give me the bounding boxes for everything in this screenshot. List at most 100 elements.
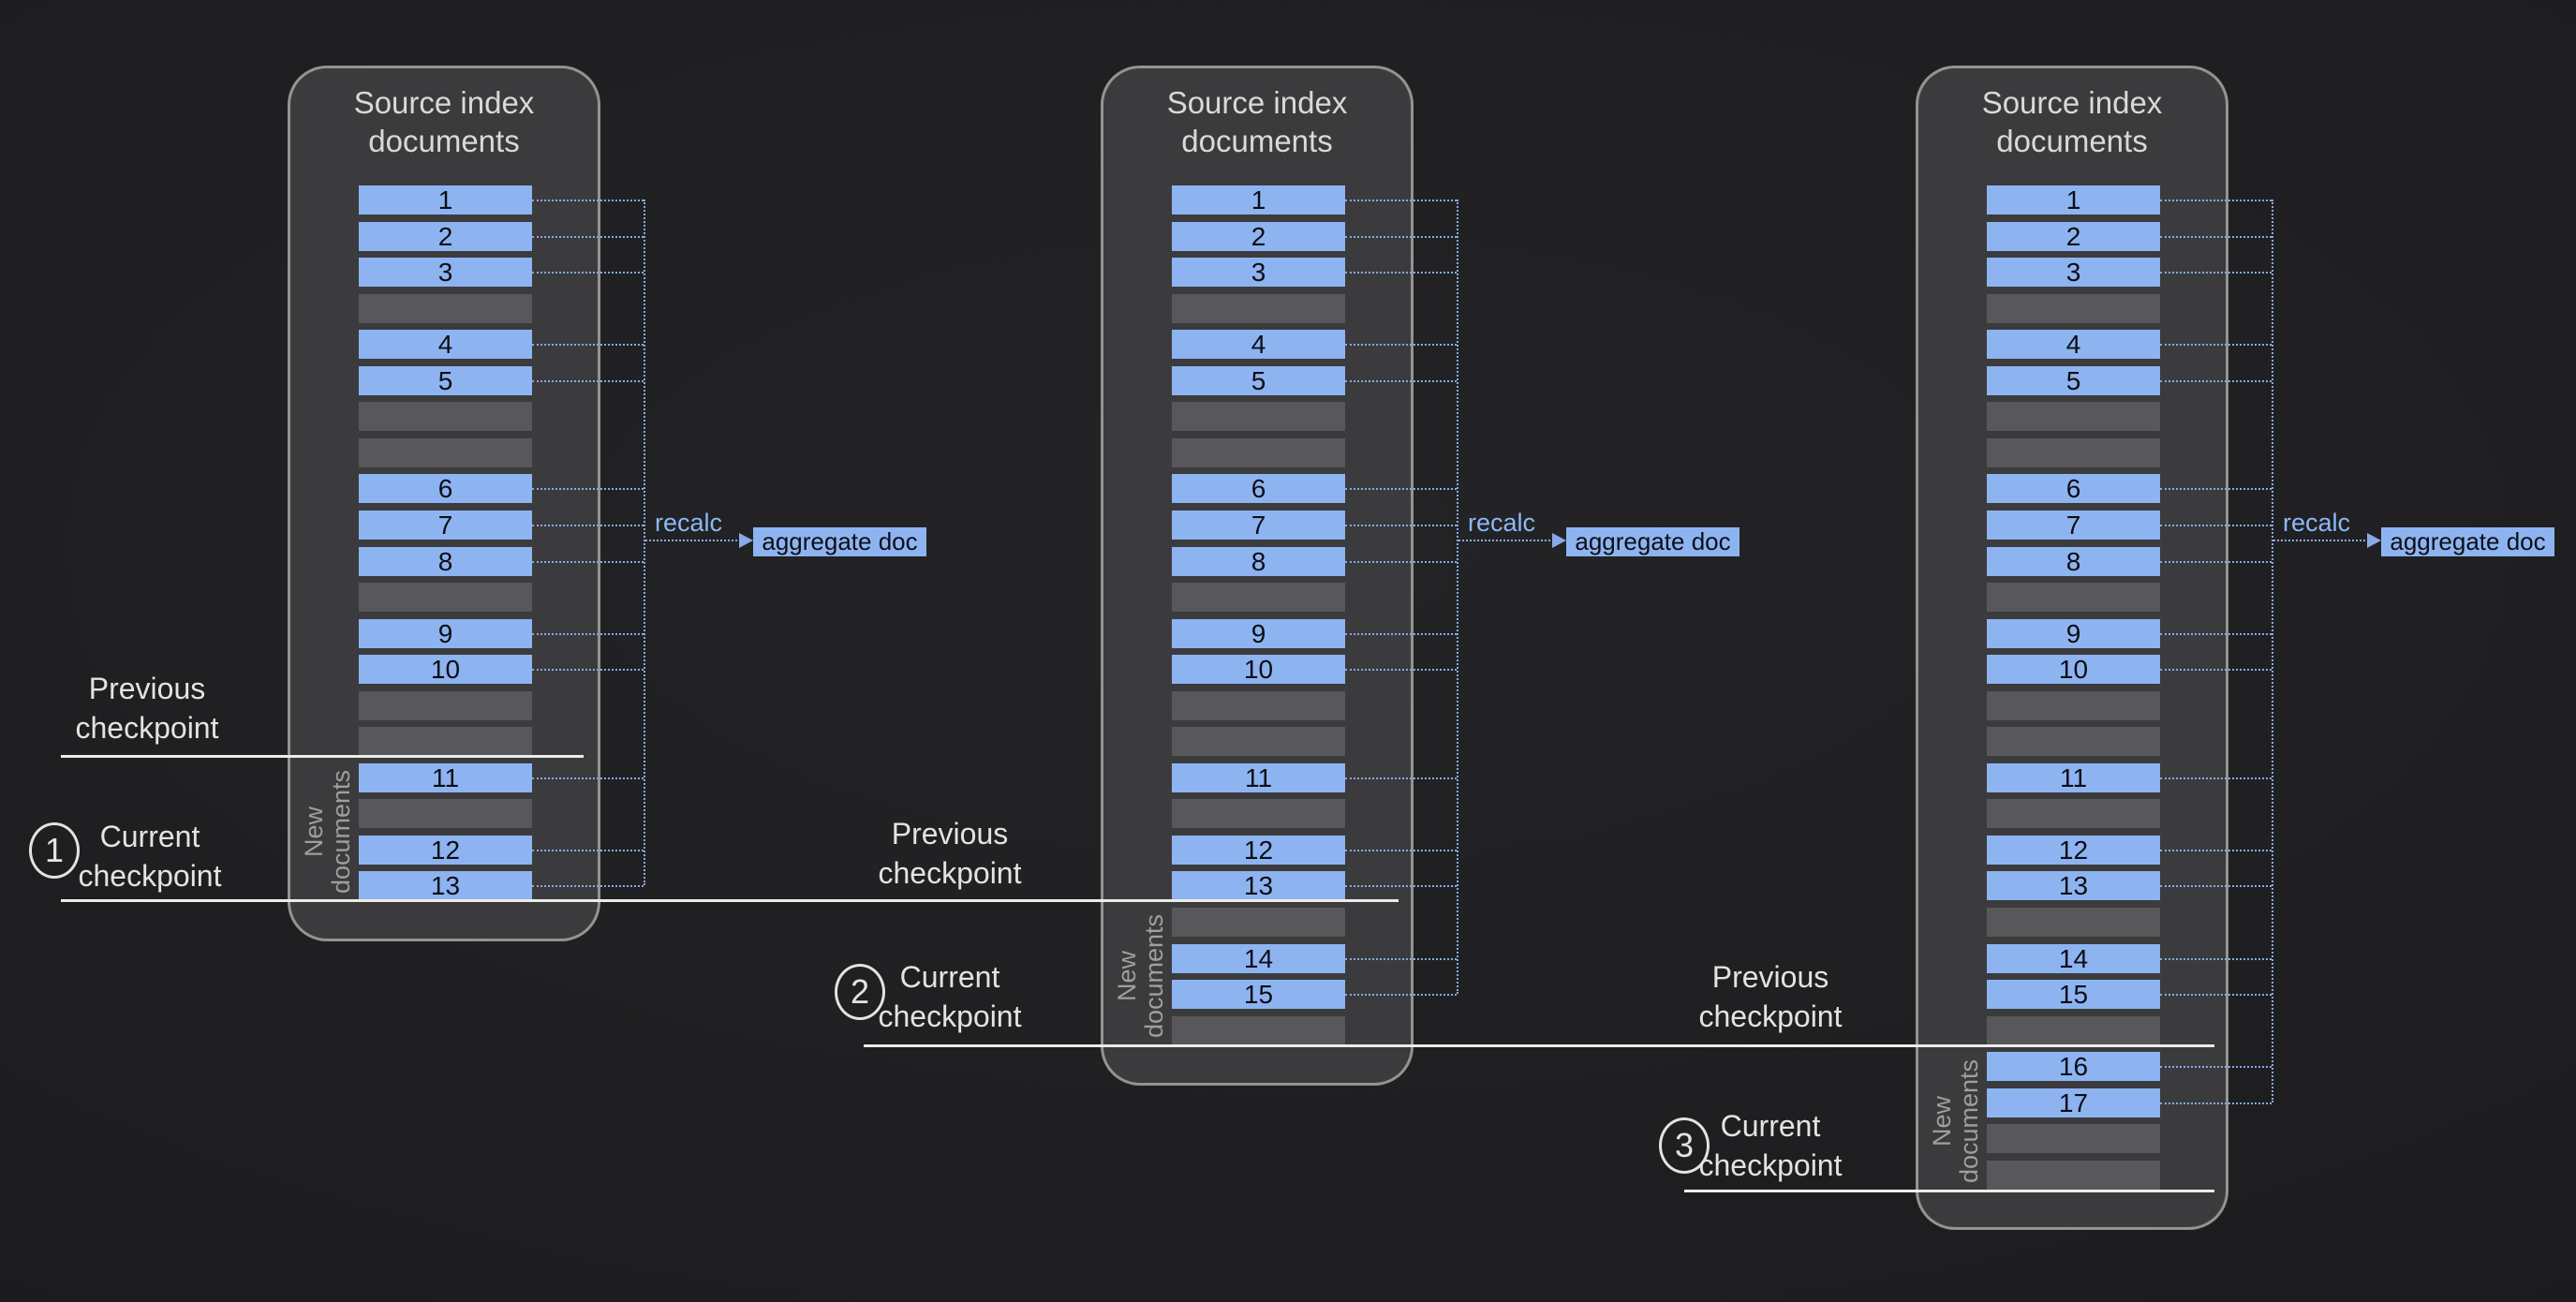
checkpoint-line-current-1-previous-2 (61, 899, 1399, 902)
document-row: 7 (359, 510, 532, 540)
placeholder-row (1987, 583, 2160, 612)
row-connector-line (1345, 488, 1457, 490)
row-connector-line (532, 236, 644, 238)
row-connector-line (1345, 380, 1457, 382)
new-documents-label: New documents (1114, 906, 1168, 1046)
row-connector-line (2160, 561, 2272, 563)
recalc-arrow-line (645, 540, 741, 541)
document-row: 11 (1172, 763, 1345, 792)
placeholder-row (359, 438, 532, 467)
document-row: 8 (1172, 547, 1345, 576)
document-row: 11 (1987, 763, 2160, 792)
document-row: 10 (1172, 655, 1345, 684)
row-connector-line (2160, 1102, 2272, 1104)
transform-checkpoints-diagram: Source index documents12345678910111213N… (0, 0, 2576, 1302)
row-connector-line (1345, 633, 1457, 635)
row-connector-line (1345, 344, 1457, 346)
row-connector-line (1345, 777, 1457, 779)
document-row: 7 (1987, 510, 2160, 540)
placeholder-row (1987, 294, 2160, 323)
row-connector-line (2160, 344, 2272, 346)
placeholder-row (1172, 294, 1345, 323)
row-connector-line (2160, 850, 2272, 851)
recalc-arrowhead (2367, 533, 2381, 548)
panel-title: Source index documents (332, 83, 556, 160)
placeholder-row (1987, 402, 2160, 431)
row-connector-line (1345, 200, 1457, 201)
document-row: 12 (1172, 836, 1345, 865)
checkpoint-line-current-2-previous-3 (864, 1044, 2214, 1047)
collector-vline (1457, 200, 1458, 994)
document-row: 2 (1172, 222, 1345, 251)
document-row: 4 (1987, 330, 2160, 359)
row-connector-line (2160, 525, 2272, 526)
document-row: 8 (1987, 547, 2160, 576)
panel-title: Source index documents (1145, 83, 1369, 160)
row-connector-line (2160, 958, 2272, 960)
row-connector-line (1345, 850, 1457, 851)
document-row: 1 (359, 185, 532, 215)
document-row: 12 (1987, 836, 2160, 865)
document-row: 11 (359, 763, 532, 792)
recalc-arrow-line (2273, 540, 2369, 541)
row-connector-line (532, 777, 644, 779)
document-row: 7 (1172, 510, 1345, 540)
new-documents-label: New documents (301, 762, 355, 902)
previous-checkpoint-label-3: Previous checkpoint (1658, 957, 1883, 1036)
row-connector-line (2160, 994, 2272, 996)
checkpoint-badge-2: 2 (835, 964, 885, 1020)
row-connector-line (532, 525, 644, 526)
recalc-arrowhead (739, 533, 753, 548)
document-row: 16 (1987, 1052, 2160, 1081)
row-connector-line (532, 272, 644, 274)
placeholder-row (1987, 799, 2160, 828)
row-connector-line (1345, 561, 1457, 563)
document-row: 17 (1987, 1088, 2160, 1117)
collector-vline (2272, 200, 2273, 1102)
previous-checkpoint-label-1: Previous checkpoint (35, 669, 259, 747)
document-row: 5 (1172, 366, 1345, 395)
row-connector-line (2160, 488, 2272, 490)
document-row: 5 (359, 366, 532, 395)
checkpoint-line-previous-1 (61, 755, 584, 758)
document-row: 5 (1987, 366, 2160, 395)
document-row: 13 (1987, 871, 2160, 900)
document-row: 9 (359, 619, 532, 648)
recalc-label: recalc (2283, 509, 2350, 538)
source-index-panel-1: Source index documents12345678910111213N… (288, 66, 600, 941)
placeholder-row (1987, 438, 2160, 467)
placeholder-row (1172, 908, 1345, 937)
checkpoint-badge-3: 3 (1659, 1117, 1710, 1174)
placeholder-row (359, 727, 532, 756)
new-documents-label: New documents (1929, 1051, 1983, 1191)
aggregate-doc-box: aggregate doc (753, 527, 926, 556)
row-connector-line (2160, 200, 2272, 201)
row-connector-line (532, 344, 644, 346)
placeholder-row (1172, 1016, 1345, 1045)
placeholder-row (1987, 727, 2160, 756)
row-connector-line (532, 200, 644, 201)
placeholder-row (1172, 438, 1345, 467)
document-row: 6 (1987, 474, 2160, 503)
placeholder-row (1172, 799, 1345, 828)
document-row: 2 (1987, 222, 2160, 251)
row-connector-line (532, 633, 644, 635)
document-row: 1 (1987, 185, 2160, 215)
document-row: 14 (1987, 944, 2160, 973)
document-row: 4 (1172, 330, 1345, 359)
placeholder-row (1987, 1016, 2160, 1045)
panel-title: Source index documents (1960, 83, 2184, 160)
row-connector-line (2160, 633, 2272, 635)
placeholder-row (1172, 402, 1345, 431)
document-row: 4 (359, 330, 532, 359)
placeholder-row (1172, 727, 1345, 756)
previous-checkpoint-label-2: Previous checkpoint (837, 814, 1062, 893)
document-row: 13 (359, 871, 532, 900)
document-row: 9 (1987, 619, 2160, 648)
source-index-panel-2: Source index documents123456789101112131… (1101, 66, 1414, 1086)
row-connector-line (1345, 994, 1457, 996)
placeholder-row (359, 691, 532, 720)
row-connector-line (2160, 777, 2272, 779)
row-connector-line (1345, 958, 1457, 960)
aggregate-doc-box: aggregate doc (2381, 527, 2554, 556)
